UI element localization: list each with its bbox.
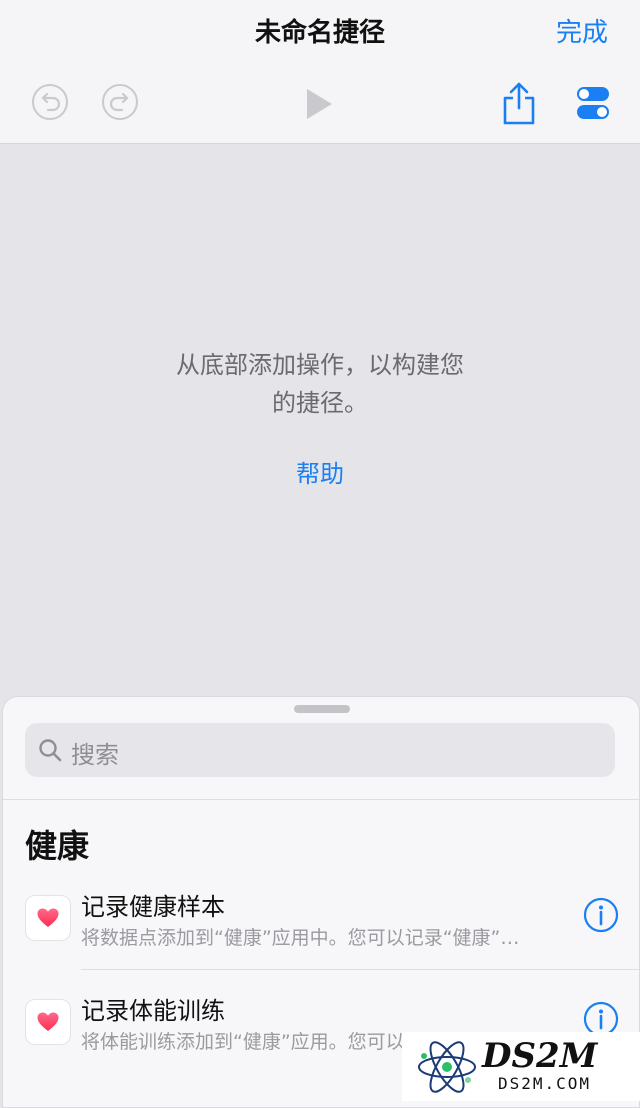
redo-icon [102, 84, 138, 120]
action-row-log-health-sample[interactable]: 记录健康样本 将数据点添加到“健康”应用中。您可以记录“健康”… [3, 877, 639, 981]
watermark-title: DS2M [482, 1036, 598, 1076]
row-divider [81, 969, 639, 970]
done-button[interactable]: 完成 [556, 12, 608, 49]
action-title: 记录体能训练 [81, 997, 225, 1025]
site-watermark: DS2M DS2M.COM [402, 1032, 640, 1101]
sheet-divider [3, 799, 639, 800]
health-app-icon [25, 999, 71, 1045]
shortcut-title: 未命名捷径 [254, 18, 385, 48]
search-field[interactable]: 搜索 [25, 723, 615, 777]
empty-state-message: 从底部添加操作，以构建您 的捷径。 [140, 346, 500, 422]
share-button[interactable] [500, 80, 538, 126]
search-icon [39, 739, 62, 762]
navigation-header: 未命名捷径 完成 [0, 0, 640, 144]
play-button[interactable] [300, 86, 336, 122]
settings-toggle-button[interactable] [574, 84, 612, 122]
info-icon[interactable] [583, 897, 619, 933]
watermark-url: DS2M.COM [498, 1074, 592, 1093]
search-placeholder: 搜索 [71, 741, 119, 769]
section-title-health: 健康 [25, 827, 90, 865]
health-app-icon [25, 895, 71, 941]
heart-icon [37, 1012, 59, 1031]
empty-state-line-2: 的捷径。 [272, 389, 368, 417]
empty-state-line-1: 从底部添加操作，以构建您 [176, 351, 464, 379]
share-icon [503, 82, 535, 125]
play-icon [307, 89, 332, 119]
action-title: 记录健康样本 [81, 893, 225, 921]
heart-icon [37, 908, 59, 927]
undo-icon [32, 84, 68, 120]
action-subtitle: 将数据点添加到“健康”应用中。您可以记录“健康”… [81, 927, 520, 949]
help-link[interactable]: 帮助 [0, 454, 640, 489]
settings-toggle-icon [577, 87, 609, 119]
sheet-grabber[interactable] [294, 705, 350, 713]
redo-button[interactable] [100, 82, 140, 122]
atom-logo-icon [418, 1041, 476, 1093]
undo-button[interactable] [30, 82, 70, 122]
